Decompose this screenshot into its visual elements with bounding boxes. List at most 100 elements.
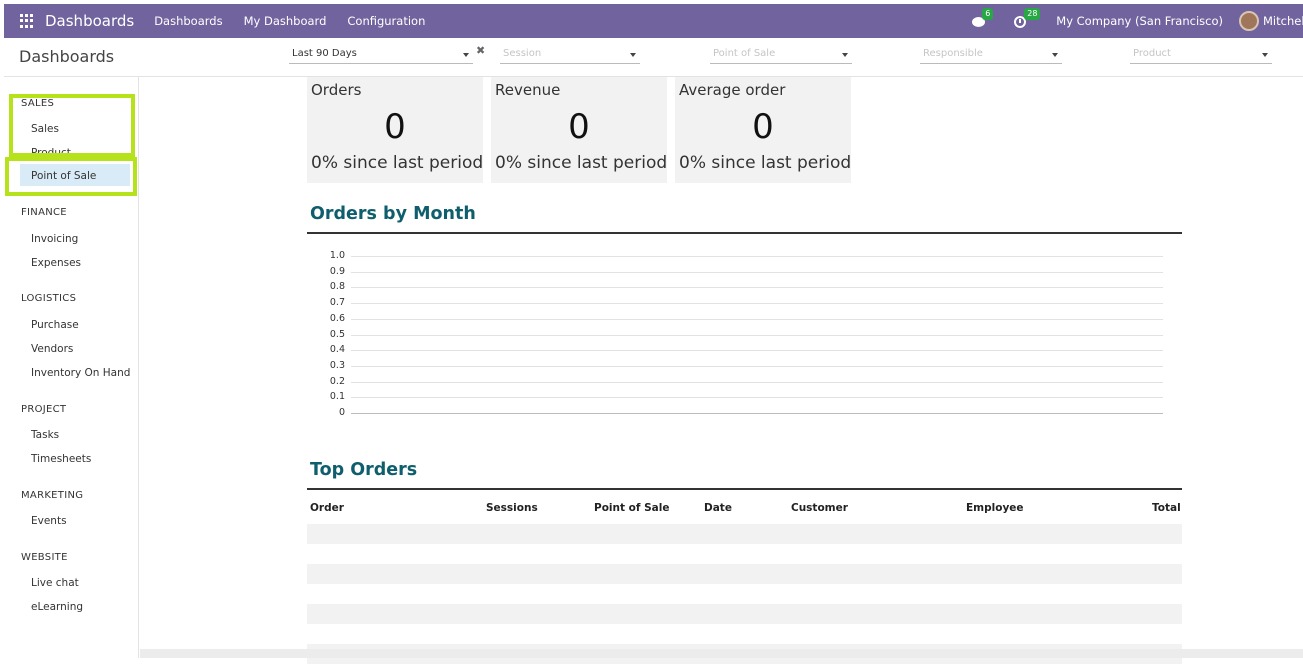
kpi-delta: 0% since last period — [679, 153, 852, 173]
chevron-down-icon — [1052, 53, 1058, 57]
kpi-value: 0 — [568, 107, 590, 147]
messages-button[interactable]: 6 — [972, 8, 994, 28]
y-gridline — [351, 303, 1163, 305]
kpi-card-average-order[interactable]: Average order 0 0% since last period — [675, 77, 851, 183]
sidebar-item-events[interactable]: Events — [31, 515, 67, 527]
orders-by-month-chart: 1.0 0.9 0.8 0.7 0.6 0.5 0.4 0.3 0.2 0.1 0 — [307, 247, 1182, 422]
highlight-box-point-of-sale — [5, 157, 137, 196]
product-filter-placeholder: Product — [1133, 48, 1171, 59]
section-project: PROJECT — [21, 404, 67, 415]
table-row[interactable] — [307, 544, 1182, 564]
table-row[interactable] — [307, 564, 1182, 584]
section-marketing: MARKETING — [21, 490, 84, 501]
top-navbar: Dashboards Dashboards My Dashboard Confi… — [4, 4, 1303, 38]
column-header-employee[interactable]: Employee — [966, 502, 1024, 514]
column-header-total[interactable]: Total — [1152, 502, 1181, 514]
messages-badge: 6 — [982, 8, 994, 20]
user-avatar[interactable] — [1239, 11, 1259, 31]
column-header-order[interactable]: Order — [310, 502, 344, 514]
kpi-delta: 0% since last period — [495, 153, 668, 173]
y-gridline — [351, 318, 1163, 320]
sidebar-item-live-chat[interactable]: Live chat — [31, 577, 79, 589]
chevron-down-icon — [630, 53, 636, 57]
y-tick-label: 0.5 — [329, 328, 345, 340]
y-tick-label: 0.6 — [329, 312, 345, 324]
y-gridline — [351, 413, 1163, 414]
column-header-date[interactable]: Date — [704, 502, 732, 514]
clear-filter-icon[interactable]: ✖ — [476, 45, 485, 57]
kpi-value: 0 — [752, 107, 774, 147]
table-row[interactable] — [307, 624, 1182, 644]
y-tick-label: 0.8 — [329, 281, 345, 293]
y-tick-label: 1.0 — [329, 250, 345, 261]
menu-dashboards[interactable]: Dashboards — [154, 14, 222, 28]
sidebar-item-vendors[interactable]: Vendors — [31, 343, 73, 355]
responsible-filter-placeholder: Responsible — [923, 48, 983, 59]
bottom-scroll-area — [140, 649, 1303, 658]
app-brand[interactable]: Dashboards — [45, 12, 134, 30]
section-divider — [307, 488, 1182, 490]
sidebar-item-inventory-on-hand[interactable]: Inventory On Hand — [31, 367, 130, 379]
menu-my-dashboard[interactable]: My Dashboard — [244, 14, 327, 28]
y-gridline — [351, 397, 1163, 399]
session-filter-placeholder: Session — [503, 48, 542, 59]
top-orders-title: Top Orders — [310, 460, 418, 480]
menu-configuration[interactable]: Configuration — [347, 14, 425, 28]
sidebar: SALES Sales Product Point of Sale FINANC… — [4, 77, 139, 658]
pos-filter-placeholder: Point of Sale — [713, 48, 776, 59]
control-panel: Dashboards Last 90 Days ✖ Session Point … — [4, 38, 1303, 77]
y-gridline — [351, 287, 1163, 289]
kpi-card-orders[interactable]: Orders 0 0% since last period — [307, 77, 483, 183]
y-gridline — [351, 334, 1163, 336]
kpi-value: 0 — [384, 107, 406, 147]
kpi-card-revenue[interactable]: Revenue 0 0% since last period — [491, 77, 667, 183]
y-gridline — [351, 381, 1163, 383]
section-finance: FINANCE — [21, 207, 67, 218]
company-switcher[interactable]: My Company (San Francisco) — [1056, 14, 1223, 28]
y-tick-label: 0 — [338, 407, 345, 418]
sidebar-item-expenses[interactable]: Expenses — [31, 257, 81, 269]
sidebar-item-timesheets[interactable]: Timesheets — [31, 453, 91, 465]
dashboard-content: Orders 0 0% since last period Revenue 0 … — [140, 77, 1303, 664]
activities-badge: 28 — [1024, 8, 1041, 20]
sidebar-item-invoicing[interactable]: Invoicing — [31, 233, 78, 245]
period-filter[interactable]: Last 90 Days — [289, 47, 473, 64]
chevron-down-icon — [1262, 53, 1268, 57]
column-header-point-of-sale[interactable]: Point of Sale — [594, 502, 669, 514]
session-filter[interactable]: Session — [500, 47, 640, 64]
y-tick-label: 0.4 — [329, 344, 345, 356]
page-title: Dashboards — [19, 47, 115, 66]
period-filter-value: Last 90 Days — [292, 48, 357, 59]
product-filter[interactable]: Product — [1130, 47, 1272, 64]
y-tick-label: 0.1 — [329, 391, 345, 403]
pos-filter[interactable]: Point of Sale — [710, 47, 852, 64]
kpi-title: Revenue — [495, 81, 561, 99]
kpi-title: Average order — [679, 81, 786, 99]
kpi-title: Orders — [311, 81, 362, 99]
y-tick-label: 0.9 — [329, 265, 345, 277]
y-tick-label: 0.3 — [329, 359, 345, 371]
table-row[interactable] — [307, 604, 1182, 624]
sidebar-item-elearning[interactable]: eLearning — [31, 601, 83, 613]
apps-grid-icon[interactable] — [20, 14, 34, 28]
column-header-sessions[interactable]: Sessions — [486, 502, 538, 514]
y-gridline — [351, 256, 1163, 257]
sidebar-item-tasks[interactable]: Tasks — [31, 429, 59, 441]
table-row[interactable] — [307, 584, 1182, 604]
sidebar-item-purchase[interactable]: Purchase — [31, 319, 79, 331]
y-gridline — [351, 271, 1163, 273]
orders-by-month-title: Orders by Month — [310, 204, 476, 224]
chevron-down-icon — [842, 53, 848, 57]
user-menu[interactable]: Mitchell Admin — [1263, 14, 1303, 28]
table-row[interactable] — [307, 524, 1182, 544]
column-header-customer[interactable]: Customer — [791, 502, 848, 514]
kpi-delta: 0% since last period — [311, 153, 484, 173]
section-logistics: LOGISTICS — [21, 293, 77, 304]
activities-button[interactable]: 28 — [1014, 8, 1041, 28]
systray: 6 28 My Company (San Francisco) Mitchell… — [972, 4, 1303, 38]
section-divider — [307, 232, 1182, 234]
y-gridline — [351, 365, 1163, 367]
y-gridline — [351, 350, 1163, 352]
highlight-box-sales — [9, 94, 135, 157]
responsible-filter[interactable]: Responsible — [920, 47, 1062, 64]
